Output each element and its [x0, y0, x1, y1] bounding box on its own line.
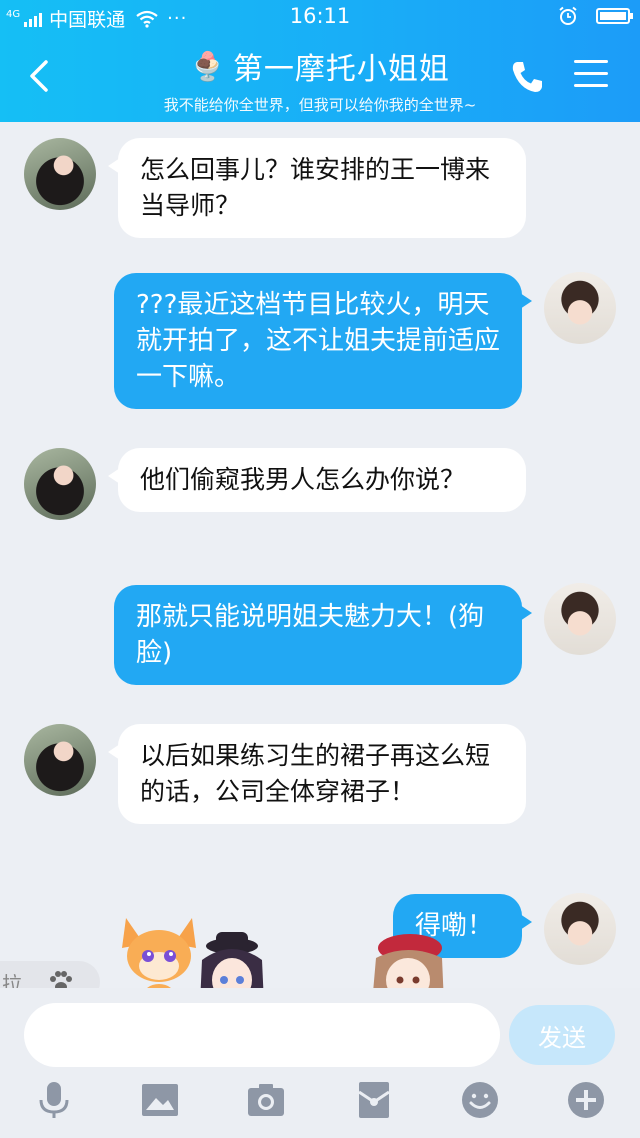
input-area: 发送	[0, 988, 640, 1138]
chevron-left-icon	[30, 60, 48, 92]
input-toolbar	[0, 1078, 640, 1128]
message-bubble-sent[interactable]: 那就只能说明姐夫魅力大！(狗脸)	[114, 585, 532, 685]
image-icon[interactable]	[138, 1078, 182, 1122]
contact-avatar[interactable]	[24, 448, 96, 520]
chat-header: 4G 中国联通 ··· 16:11 🍨 第一摩托小姐姐 我不能给你全世界，但我可…	[0, 0, 640, 122]
my-avatar[interactable]	[544, 893, 616, 965]
battery-icon	[596, 8, 633, 24]
camera-icon[interactable]	[244, 1078, 288, 1122]
chat-signature: 我不能给你全世界，但我可以给你我的全世界~	[163, 96, 477, 114]
alarm-icon	[559, 6, 577, 25]
back-button[interactable]	[22, 56, 58, 96]
emoji-icon[interactable]	[458, 1078, 502, 1122]
chat-title-area[interactable]: 🍨 第一摩托小姐姐 我不能给你全世界，但我可以给你我的全世界~	[100, 44, 540, 115]
contact-avatar[interactable]	[24, 138, 96, 210]
message-bubble-received[interactable]: 以后如果练习生的裙子再这么短的话，公司全体穿裙子！	[108, 724, 526, 824]
message-input[interactable]	[24, 1003, 500, 1067]
status-time: 16:11	[289, 4, 351, 28]
chat-title: 第一摩托小姐姐	[232, 52, 450, 87]
menu-button[interactable]	[574, 60, 608, 90]
plus-icon[interactable]	[564, 1078, 608, 1122]
status-bar: 4G 中国联通 ··· 16:11	[0, 0, 640, 34]
phone-icon	[512, 62, 542, 92]
message-bubble-sent[interactable]: ???最近这档节目比较火，明天就开拍了，这不让姐夫提前适应一下嘛。	[114, 273, 532, 409]
ice-cream-emoji-icon: 🍨	[190, 49, 225, 83]
message-bubble-received[interactable]: 怎么回事儿？谁安排的王一博来当导师？	[108, 138, 526, 238]
title-row: 🍨 第一摩托小姐姐	[100, 44, 540, 88]
microphone-icon[interactable]	[32, 1078, 76, 1122]
message-bubble-received[interactable]: 他们偷窥我男人怎么办你说？	[108, 448, 526, 512]
my-avatar[interactable]	[544, 583, 616, 655]
call-button[interactable]	[508, 58, 546, 96]
send-button[interactable]: 发送	[509, 1005, 615, 1065]
contact-avatar[interactable]	[24, 724, 96, 796]
my-avatar[interactable]	[544, 272, 616, 344]
status-right	[558, 6, 633, 26]
red-packet-icon[interactable]	[352, 1078, 396, 1122]
